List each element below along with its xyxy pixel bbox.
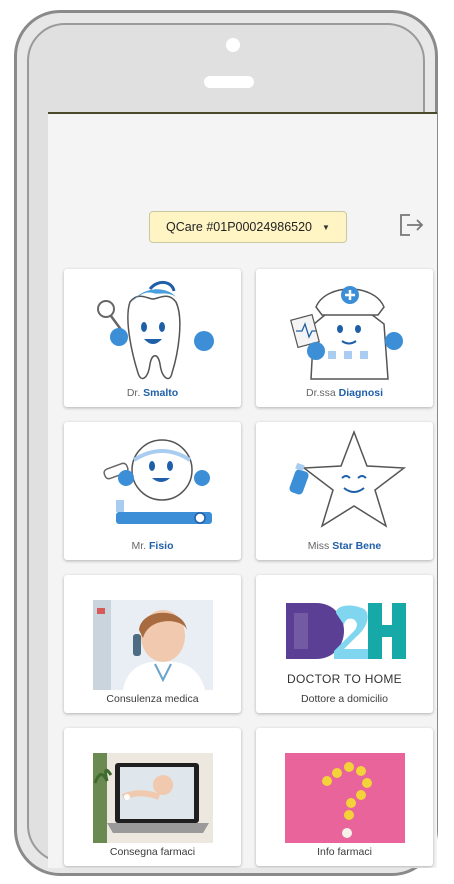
laptop-pills-photo-icon [93, 753, 213, 843]
tile-label: Info farmaci [317, 846, 372, 858]
tile-label: Miss Star Bene [307, 540, 382, 552]
account-selector-value: QCare #01P00024986520 [166, 220, 313, 234]
chevron-down-icon: ▼ [322, 222, 330, 232]
speaker-icon [204, 76, 254, 88]
tile-drssa-diagnosi[interactable]: Dr.ssa Diagnosi [256, 269, 433, 407]
doctor-phone-photo-icon [93, 600, 213, 690]
d2h-brand-text: DOCTOR TO HOME [287, 672, 402, 686]
tile-label: Dr. Smalto [126, 387, 179, 399]
tile-info-farmaci[interactable]: Info farmaci [256, 728, 433, 866]
tile-dr-smalto[interactable]: Dr. Smalto [64, 269, 241, 407]
tile-consulenza-medica[interactable]: Consulenza medica [64, 575, 241, 713]
camera-icon [226, 38, 240, 52]
tile-mr-fisio[interactable]: Mr. Fisio [64, 422, 241, 560]
logout-icon[interactable] [396, 210, 426, 240]
tile-consegna-farmaci[interactable]: Consegna farmaci [64, 728, 241, 866]
app-screen: QCare #01P00024986520 ▼ Dr. Smalto Dr.ss… [48, 112, 437, 868]
tile-label: Consulenza medica [106, 693, 199, 705]
account-selector[interactable]: QCare #01P00024986520 ▼ [149, 211, 347, 243]
tile-label: Dottore a domicilio [301, 693, 388, 705]
tile-miss-star-bene[interactable]: Miss Star Bene [256, 422, 433, 560]
tile-label: Dr.ssa Diagnosi [305, 387, 384, 399]
tile-label: Mr. Fisio [131, 540, 174, 552]
question-mark-pills-photo-icon [285, 753, 405, 843]
tile-dottore-a-domicilio[interactable]: DOCTOR TO HOME Dottore a domicilio [256, 575, 433, 713]
tile-label: Consegna farmaci [109, 846, 196, 858]
